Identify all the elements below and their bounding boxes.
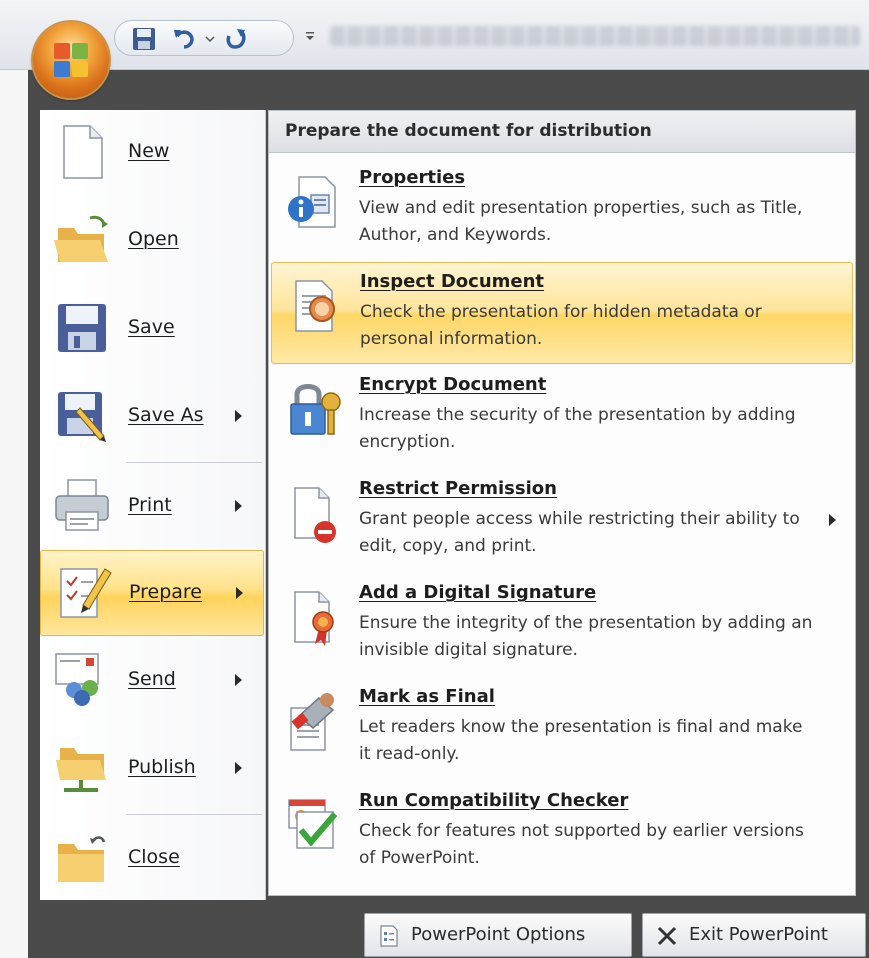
- exit-powerpoint-button[interactable]: Exit PowerPoint: [642, 913, 866, 957]
- submenu-item-compatibility-checker[interactable]: Run Compatibility Checker Check for feat…: [271, 782, 853, 884]
- customize-qat-button[interactable]: [302, 28, 318, 44]
- submenu-item-description: Let readers know the presentation is fin…: [359, 717, 803, 764]
- submenu-item-title: Restrict Permission: [359, 478, 557, 499]
- publish-icon: [56, 748, 106, 792]
- qat-redo-button[interactable]: [223, 26, 249, 52]
- floppy-disk-icon: [133, 28, 155, 50]
- submenu-item-title: Encrypt Document: [359, 374, 547, 395]
- floppy-disk-icon: [58, 304, 106, 352]
- qat-undo-button[interactable]: [171, 26, 197, 52]
- menu-item-save-as[interactable]: Save As: [40, 374, 264, 460]
- restrict-permission-icon: [294, 487, 336, 543]
- office-button[interactable]: [33, 22, 109, 98]
- submenu-item-title: Run Compatibility Checker: [359, 790, 629, 811]
- close-icon: [657, 926, 677, 946]
- options-icon: [380, 925, 398, 947]
- compatibility-check-icon: [288, 799, 338, 849]
- prepare-submenu: Prepare the document for distribution Pr…: [268, 110, 856, 896]
- prepare-icon: [60, 568, 112, 618]
- save-as-icon: [58, 392, 106, 442]
- menu-item-new[interactable]: New: [40, 110, 264, 196]
- send-icon: [55, 653, 99, 706]
- office-logo-icon: [54, 43, 88, 77]
- quick-access-toolbar: [114, 20, 294, 56]
- menu-item-label: Publish: [128, 756, 196, 778]
- submenu-arrow-icon: [236, 587, 243, 599]
- close-folder-icon: [58, 836, 106, 882]
- inspect-document-icon: [295, 280, 335, 332]
- submenu-item-properties[interactable]: Properties View and edit presentation pr…: [271, 159, 853, 261]
- chevron-down-icon: [205, 36, 215, 43]
- submenu-item-digital-signature[interactable]: Add a Digital Signature Ensure the integ…: [271, 574, 853, 676]
- submenu-item-description: Grant people access while restricting th…: [359, 509, 800, 556]
- menu-item-label: Save As: [128, 404, 204, 426]
- menu-item-close[interactable]: Close: [40, 816, 264, 902]
- menu-separator: [126, 462, 262, 463]
- submenu-item-mark-as-final[interactable]: Mark as Final Let readers know the prese…: [271, 678, 853, 780]
- menu-item-label: Send: [128, 668, 176, 690]
- menu-item-label: Open: [128, 228, 179, 250]
- printer-icon: [55, 479, 109, 531]
- exit-powerpoint-label: Exit PowerPoint: [689, 924, 828, 945]
- submenu-item-description: View and edit presentation properties, s…: [359, 198, 803, 245]
- redo-icon: [226, 29, 246, 49]
- submenu-arrow-icon: [235, 500, 242, 512]
- menu-item-label: Print: [128, 494, 172, 516]
- submenu-header-text: Prepare the document for distribution: [285, 121, 652, 141]
- window-title-blurred: [330, 26, 860, 46]
- submenu-arrow-icon: [235, 674, 242, 686]
- menu-item-save[interactable]: Save: [40, 286, 264, 372]
- powerpoint-options-button[interactable]: PowerPoint Options: [364, 913, 632, 957]
- title-bar: [0, 0, 869, 70]
- submenu-item-encrypt-document[interactable]: Encrypt Document Increase the security o…: [271, 366, 853, 468]
- menu-item-label: Prepare: [129, 581, 202, 603]
- menu-separator: [126, 814, 262, 815]
- menu-item-print[interactable]: Print: [40, 464, 264, 550]
- submenu-item-description: Increase the security of the presentatio…: [359, 405, 796, 452]
- submenu-item-description: Check the presentation for hidden metada…: [360, 302, 762, 349]
- mark-final-icon: [290, 693, 335, 751]
- menu-item-prepare[interactable]: Prepare: [40, 550, 264, 636]
- qat-save-button[interactable]: [131, 26, 157, 52]
- menu-item-label: Close: [128, 846, 180, 868]
- menu-item-label: Save: [128, 316, 175, 338]
- new-document-icon: [63, 125, 103, 179]
- submenu-item-title: Mark as Final: [359, 686, 495, 707]
- submenu-arrow-icon: [829, 514, 836, 526]
- submenu-item-description: Check for features not supported by earl…: [359, 821, 804, 868]
- open-folder-icon: [54, 215, 108, 262]
- menu-item-open[interactable]: Open: [40, 198, 264, 284]
- encrypt-lock-icon: [290, 384, 341, 435]
- undo-icon: [174, 30, 194, 49]
- properties-icon: [288, 176, 336, 228]
- submenu-arrow-icon: [235, 762, 242, 774]
- submenu-item-title: Properties: [359, 167, 466, 188]
- menu-item-label: New: [128, 140, 170, 162]
- digital-signature-icon: [294, 591, 334, 646]
- powerpoint-options-label: PowerPoint Options: [411, 924, 586, 945]
- submenu-item-inspect-document[interactable]: Inspect Document Check the presentation …: [271, 262, 853, 364]
- menu-item-publish[interactable]: Publish: [40, 726, 264, 812]
- submenu-item-title: Inspect Document: [360, 271, 545, 292]
- submenu-item-title: Add a Digital Signature: [359, 582, 597, 603]
- submenu-arrow-icon: [235, 410, 242, 422]
- menu-item-send[interactable]: Send: [40, 638, 264, 724]
- submenu-header: Prepare the document for distribution: [269, 111, 855, 153]
- submenu-item-description: Ensure the integrity of the presentation…: [359, 613, 813, 660]
- submenu-item-restrict-permission[interactable]: Restrict Permission Grant people access …: [271, 470, 853, 572]
- customize-qat-icon: [306, 32, 314, 40]
- office-menu-commands: New Open Save Save As Print Prepare Send…: [40, 110, 266, 900]
- qat-undo-dropdown[interactable]: [203, 26, 217, 52]
